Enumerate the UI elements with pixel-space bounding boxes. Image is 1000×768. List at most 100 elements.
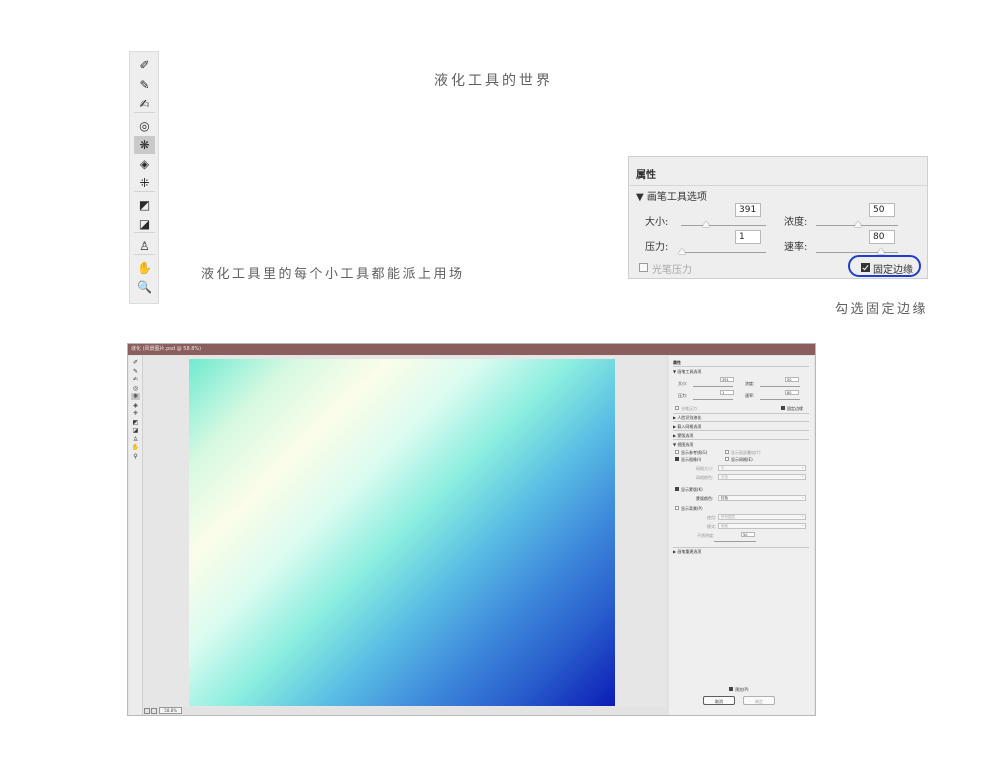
zoom-icon[interactable]: 🔍 — [134, 278, 155, 296]
zoom-icon[interactable]: ⚲ — [131, 453, 140, 460]
pressure-input[interactable]: 1 — [735, 230, 761, 244]
stylus-pressure-checkbox[interactable] — [639, 263, 648, 272]
show-backdrop-checkbox[interactable] — [675, 506, 679, 510]
dialog-properties-panel: 属性 ▼ 画笔工具选项 大小: 391 浓度: 50 压力: 1 速率: 80 … — [669, 356, 814, 715]
mode-select[interactable]: 前面 — [718, 523, 806, 529]
push-left-icon[interactable]: ⁜ — [134, 174, 155, 192]
preview-canvas-area[interactable] — [143, 356, 666, 707]
rate-label: 速率: — [745, 393, 755, 398]
twirl-icon[interactable]: ◎ — [134, 117, 155, 135]
rate-slider[interactable] — [760, 399, 800, 400]
pressure-slider-track[interactable] — [681, 252, 766, 253]
opacity-input[interactable]: 50 — [741, 532, 755, 537]
freeze-mask-icon[interactable]: ◩ — [134, 196, 155, 214]
pin-edges-caption: 勾选固定边缘 — [835, 302, 929, 317]
forward-warp-icon[interactable]: ✐ — [131, 359, 140, 366]
pucker-icon[interactable]: ❋ — [131, 393, 140, 400]
smooth-icon[interactable]: ✍ — [134, 95, 155, 113]
rate-slider-knob[interactable] — [877, 248, 885, 254]
world-title-caption: 液化工具的世界 — [434, 73, 553, 89]
brush-options-toggle[interactable]: ▼ 画笔工具选项 — [673, 369, 701, 375]
density-label: 浓度: — [745, 381, 755, 386]
push-left-icon[interactable]: ⁜ — [131, 410, 140, 417]
size-input[interactable]: 391 — [720, 377, 734, 382]
mesh-size-label: 网格大小: — [696, 466, 714, 471]
opacity-slider[interactable] — [714, 541, 756, 542]
mesh-size-select[interactable]: 中 — [718, 465, 806, 471]
rate-slider-track[interactable] — [816, 252, 898, 253]
zoom-out-icon[interactable] — [144, 708, 150, 714]
pin-edges-checkbox[interactable] — [781, 406, 785, 410]
pressure-label: 压力: — [678, 393, 688, 398]
divider — [673, 366, 809, 367]
hand-icon[interactable]: ✋ — [131, 444, 140, 451]
pressure-label: 压力: — [645, 242, 669, 253]
zoom-level-field[interactable]: 58.8% — [159, 707, 182, 714]
mode-label: 模式: — [707, 524, 717, 529]
cancel-button[interactable]: 取消 — [703, 696, 735, 705]
density-slider[interactable] — [760, 386, 800, 387]
show-backdrop-label: 显示背景(P) — [681, 506, 703, 511]
mask-color-select[interactable]: 红色 — [718, 495, 806, 501]
thaw-mask-icon[interactable]: ◪ — [134, 215, 155, 233]
size-slider[interactable] — [693, 386, 733, 387]
preview-checkbox[interactable] — [729, 687, 733, 691]
size-slider-knob[interactable] — [702, 221, 710, 227]
show-mask-label: 显示蒙版(K) — [681, 487, 703, 492]
mask-color-label: 蒙版颜色: — [696, 496, 714, 501]
forward-warp-icon[interactable]: ✐ — [134, 56, 155, 74]
reconstruct-icon[interactable]: ✎ — [131, 368, 140, 375]
brush-options-section-toggle[interactable]: ▼ 画笔工具选项 — [636, 188, 707, 203]
pressure-input[interactable]: 1 — [720, 390, 734, 395]
show-face-overlay-label: 显示面部叠加(Y) — [731, 450, 761, 455]
divider — [673, 413, 809, 414]
reconstruct-icon[interactable]: ✎ — [134, 76, 155, 94]
dialog-titlebar: 液化 (风景图片.psd @ 58.8%) — [128, 344, 815, 355]
rate-input[interactable]: 80 — [785, 390, 799, 395]
ok-button[interactable]: 确定 — [743, 696, 775, 705]
smooth-icon[interactable]: ✍ — [131, 376, 140, 383]
face-tool-icon[interactable]: ♙ — [134, 237, 155, 255]
pressure-slider-knob[interactable] — [678, 248, 686, 254]
density-input[interactable]: 50 — [785, 377, 799, 382]
zoom-status-bar: 58.8% — [144, 707, 182, 714]
thaw-mask-icon[interactable]: ◪ — [131, 427, 140, 434]
density-slider-knob[interactable] — [854, 221, 862, 227]
size-slider-track[interactable] — [681, 225, 766, 226]
hand-icon[interactable]: ✋ — [134, 259, 155, 277]
liquify-dialog: 液化 (风景图片.psd @ 58.8%) ✐ ✎ ✍ ◎ ❋ ◈ ⁜ ◩ ◪ ♙ ✋ ⚲ 58.8%… — [127, 343, 816, 716]
pucker-icon[interactable]: ❋ — [134, 136, 155, 154]
view-options-toggle[interactable]: ▼ 视图选项 — [673, 442, 693, 448]
divider — [673, 430, 809, 431]
size-input[interactable]: 391 — [735, 203, 761, 217]
brush-reconstruct-toggle[interactable]: ▶ 画笔重建选项 — [673, 549, 701, 555]
show-guides-checkbox[interactable] — [675, 450, 679, 454]
bloat-icon[interactable]: ◈ — [134, 155, 155, 173]
pressure-slider[interactable] — [693, 399, 733, 400]
gradient-preview-image[interactable] — [189, 359, 615, 706]
opacity-label: 不透明度: — [697, 533, 715, 538]
stylus-pressure-label: 光笔压力 — [681, 406, 697, 411]
tool-separator — [134, 112, 155, 113]
twirl-icon[interactable]: ◎ — [131, 385, 140, 392]
panel-header: 属性 — [629, 157, 927, 186]
tool-separator — [134, 232, 155, 233]
show-image-checkbox[interactable] — [675, 457, 679, 461]
tool-separator — [134, 191, 155, 192]
divider — [673, 547, 809, 548]
freeze-mask-icon[interactable]: ◩ — [131, 419, 140, 426]
use-label: 使用: — [707, 515, 717, 520]
show-guides-label: 显示参考线(G) — [681, 450, 708, 455]
show-face-overlay-checkbox[interactable] — [725, 450, 729, 454]
density-input[interactable]: 50 — [869, 203, 895, 217]
bloat-icon[interactable]: ◈ — [131, 402, 140, 409]
rate-input[interactable]: 80 — [869, 230, 895, 244]
show-mesh-checkbox[interactable] — [725, 457, 729, 461]
face-tool-icon[interactable]: ♙ — [131, 436, 140, 443]
show-image-label: 显示图像(I) — [681, 457, 702, 462]
show-mask-checkbox[interactable] — [675, 487, 679, 491]
zoom-in-icon[interactable] — [151, 708, 157, 714]
stylus-pressure-checkbox[interactable] — [675, 406, 679, 410]
use-select[interactable]: 所有图层 — [718, 514, 806, 520]
mesh-color-select[interactable]: 灰色 — [718, 474, 806, 480]
